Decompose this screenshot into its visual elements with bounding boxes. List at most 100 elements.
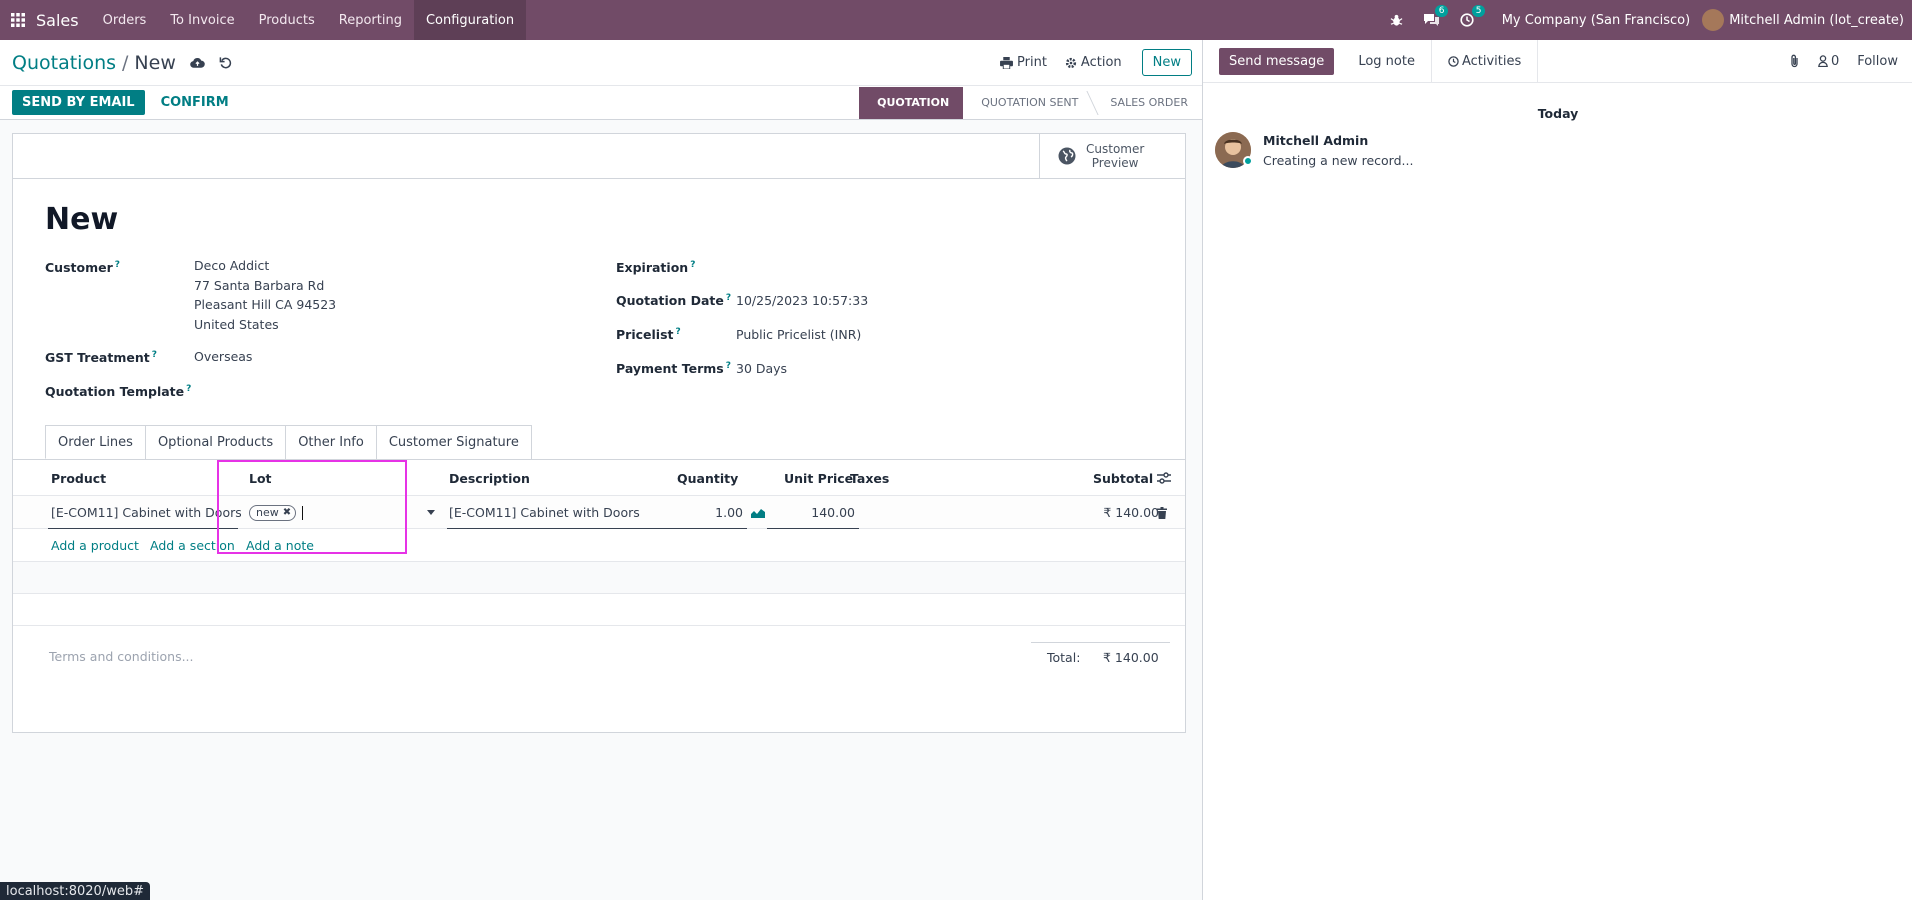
quotation-date-label: Quotation Date? bbox=[616, 293, 732, 309]
quotation-template-label: Quotation Template? bbox=[45, 384, 192, 400]
follow-button[interactable]: Follow bbox=[1857, 54, 1898, 69]
breadcrumb-current: New bbox=[134, 51, 176, 74]
attachment-paperclip-icon[interactable] bbox=[1789, 54, 1800, 68]
discard-undo-icon[interactable] bbox=[219, 56, 232, 69]
message-author[interactable]: Mitchell Admin bbox=[1263, 133, 1368, 148]
activities-button[interactable]: Activities bbox=[1430, 39, 1539, 83]
date-separator: Today bbox=[1537, 106, 1579, 121]
expiration-label: Expiration? bbox=[616, 260, 696, 276]
breadcrumb-separator: / bbox=[122, 51, 129, 74]
activities-label: Activities bbox=[1461, 53, 1522, 69]
print-label: Print bbox=[1017, 55, 1047, 70]
help-icon: ? bbox=[186, 384, 192, 394]
help-icon: ? bbox=[690, 260, 696, 270]
lot-tag-label: new bbox=[256, 506, 279, 519]
column-description[interactable]: Description bbox=[449, 460, 530, 496]
action-button[interactable]: Action bbox=[1065, 55, 1122, 70]
stage-quotation[interactable]: QUOTATION bbox=[859, 86, 964, 119]
messages-badge: 6 bbox=[1434, 5, 1449, 17]
messages-icon[interactable]: 6 bbox=[1423, 5, 1449, 27]
pricelist-field[interactable]: Public Pricelist (INR) bbox=[736, 325, 861, 345]
gst-treatment-label: GST Treatment? bbox=[45, 350, 157, 366]
tab-optional-products[interactable]: Optional Products bbox=[144, 425, 287, 459]
tab-customer-signature[interactable]: Customer Signature bbox=[375, 425, 532, 459]
gst-treatment-field[interactable]: Overseas bbox=[194, 347, 252, 367]
menu-orders[interactable]: Orders bbox=[91, 0, 159, 40]
app-name[interactable]: Sales bbox=[36, 11, 79, 30]
followers-button[interactable]: 0 bbox=[1818, 54, 1839, 69]
print-button[interactable]: Print bbox=[1000, 55, 1047, 70]
apps-menu-icon[interactable] bbox=[2, 0, 34, 40]
column-unit-price[interactable]: Unit Price bbox=[784, 460, 853, 496]
button-box: Customer Preview bbox=[13, 134, 1185, 179]
activities-clock-icon[interactable]: 5 bbox=[1460, 5, 1486, 27]
quotation-date-field[interactable]: 10/25/2023 10:57:33 bbox=[736, 291, 868, 311]
total-divider bbox=[1031, 642, 1170, 643]
customer-preview-button[interactable]: Customer Preview bbox=[1039, 134, 1185, 178]
company-switcher[interactable]: My Company (San Francisco) bbox=[1502, 13, 1690, 28]
add-product-link[interactable]: Add a product bbox=[51, 529, 139, 562]
online-status-dot bbox=[1243, 156, 1253, 166]
row-product[interactable]: [E-COM11] Cabinet with Doors bbox=[51, 496, 241, 529]
log-note-button[interactable]: Log note bbox=[1350, 48, 1423, 75]
payment-terms-field[interactable]: 30 Days bbox=[736, 359, 787, 379]
empty-row bbox=[13, 562, 1185, 594]
row-description[interactable]: [E-COM11] Cabinet with Doors bbox=[449, 496, 640, 529]
chatter-topbar: Send message Log note Activities 0 Follo… bbox=[1203, 39, 1912, 83]
pricelist-label: Pricelist? bbox=[616, 327, 681, 343]
column-taxes[interactable]: Taxes bbox=[850, 460, 889, 496]
delete-trash-icon[interactable] bbox=[1157, 496, 1167, 529]
terms-and-conditions-input[interactable]: Terms and conditions... bbox=[49, 649, 194, 664]
row-subtotal: ₹ 140.00 bbox=[1103, 505, 1159, 520]
column-lot[interactable]: Lot bbox=[249, 460, 272, 496]
print-icon bbox=[1000, 56, 1013, 69]
customer-city: Pleasant Hill CA 94523 bbox=[194, 297, 337, 312]
stage-quotation-sent[interactable]: QUOTATION SENT bbox=[963, 86, 1093, 119]
add-section-link[interactable]: Add a section bbox=[150, 529, 235, 562]
debug-bug-icon[interactable] bbox=[1390, 14, 1403, 27]
menu-products[interactable]: Products bbox=[247, 0, 327, 40]
control-panel: Quotations / New Print Action New bbox=[0, 40, 1202, 86]
lot-dropdown-icon[interactable] bbox=[427, 496, 435, 529]
table-row[interactable]: [E-COM11] Cabinet with Doors new ✖ [E-COM… bbox=[13, 496, 1185, 529]
help-icon: ? bbox=[725, 293, 732, 303]
add-note-link[interactable]: Add a note bbox=[246, 529, 314, 562]
save-cloud-icon[interactable] bbox=[190, 57, 205, 69]
stage-pipeline: QUOTATION QUOTATION SENT SALES ORDER bbox=[859, 86, 1202, 119]
help-icon: ? bbox=[725, 361, 731, 371]
form-sheet: Customer Preview New Customer? Deco Addi… bbox=[12, 133, 1186, 733]
user-avatar bbox=[1702, 9, 1725, 31]
status-url-tooltip: localhost:8020/web# bbox=[0, 882, 150, 900]
user-menu[interactable]: Mitchell Admin (lot_create) bbox=[1702, 9, 1904, 31]
gear-icon bbox=[1065, 57, 1077, 68]
tab-order-lines[interactable]: Order Lines bbox=[45, 425, 146, 459]
statusbar: SEND BY EMAIL CONFIRM QUOTATION QUOTATIO… bbox=[0, 86, 1202, 120]
breadcrumb-quotations[interactable]: Quotations bbox=[12, 52, 116, 74]
clock-icon bbox=[1448, 55, 1459, 67]
send-message-button[interactable]: Send message bbox=[1219, 47, 1335, 75]
customer-field[interactable]: Deco Addict 77 Santa Barbara Rd Pleasant… bbox=[194, 256, 336, 334]
send-by-email-button[interactable]: SEND BY EMAIL bbox=[12, 90, 145, 115]
customer-label: Customer? bbox=[45, 260, 120, 276]
column-product[interactable]: Product bbox=[51, 460, 106, 496]
optional-columns-icon[interactable] bbox=[1157, 460, 1171, 496]
row-quantity[interactable]: 1.00 bbox=[703, 496, 743, 529]
row-lot-input[interactable]: new ✖ bbox=[249, 496, 304, 529]
menu-configuration[interactable]: Configuration bbox=[413, 0, 527, 40]
new-button[interactable]: New bbox=[1141, 49, 1192, 76]
forecast-chart-icon[interactable] bbox=[751, 496, 765, 529]
column-subtotal[interactable]: Subtotal bbox=[1093, 460, 1153, 496]
column-quantity[interactable]: Quantity bbox=[677, 460, 738, 496]
customer-preview-line-2: Preview bbox=[1091, 156, 1139, 170]
menu-to-invoice[interactable]: To Invoice bbox=[158, 0, 246, 40]
tab-other-info[interactable]: Other Info bbox=[285, 425, 377, 459]
confirm-button[interactable]: CONFIRM bbox=[155, 90, 235, 115]
message-body: Creating a new record... bbox=[1263, 153, 1414, 168]
record-title: New bbox=[45, 202, 119, 237]
person-icon bbox=[1818, 55, 1828, 67]
menu-reporting[interactable]: Reporting bbox=[327, 0, 414, 40]
remove-tag-icon[interactable]: ✖ bbox=[283, 507, 291, 518]
row-unit-price[interactable]: 140.00 bbox=[789, 496, 855, 529]
stage-sales-order[interactable]: SALES ORDER bbox=[1092, 86, 1202, 119]
customer-street: 77 Santa Barbara Rd bbox=[194, 277, 325, 293]
